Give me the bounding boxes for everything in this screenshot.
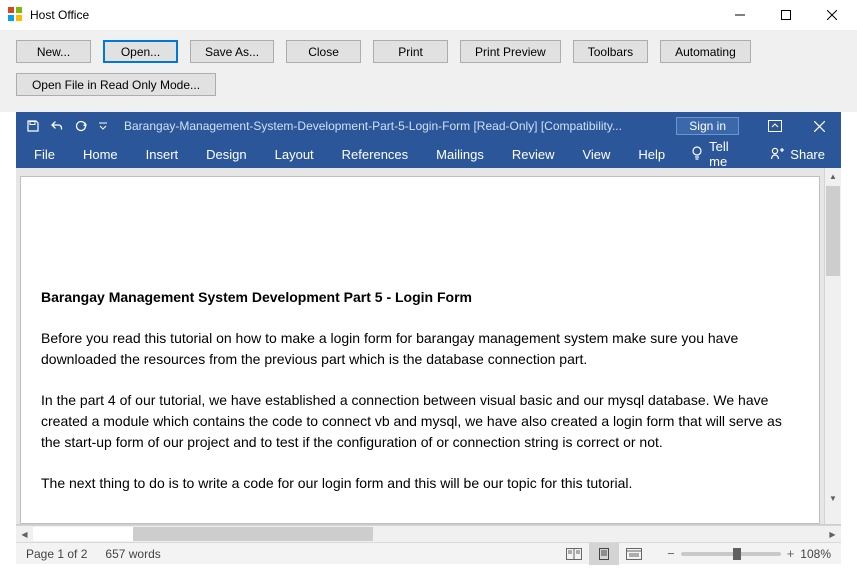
- status-bar: Page 1 of 2 657 words − + 108%: [16, 542, 841, 564]
- zoom-slider[interactable]: [681, 552, 781, 556]
- tab-mailings[interactable]: Mailings: [422, 140, 498, 168]
- ribbon-display-options-icon[interactable]: [753, 112, 797, 140]
- scroll-up-icon[interactable]: ▲: [825, 168, 841, 185]
- open-read-only-button[interactable]: Open File in Read Only Mode...: [16, 73, 216, 96]
- app-icon: [8, 7, 24, 23]
- tab-insert[interactable]: Insert: [132, 140, 193, 168]
- tell-me-label: Tell me: [709, 139, 742, 169]
- word-document-title: Barangay-Management-System-Development-P…: [118, 119, 676, 133]
- doc-paragraph: Before you read this tutorial on how to …: [41, 328, 799, 370]
- scroll-down-icon[interactable]: ▼: [825, 490, 841, 507]
- document-page: Barangay Management System Development P…: [20, 176, 820, 524]
- save-icon[interactable]: [26, 119, 40, 133]
- tab-design[interactable]: Design: [192, 140, 260, 168]
- print-button[interactable]: Print: [373, 40, 448, 63]
- scroll-right-icon[interactable]: ▶: [824, 526, 841, 543]
- minimize-button[interactable]: [717, 0, 763, 30]
- horizontal-scrollbar[interactable]: ◀ ▶: [16, 525, 841, 542]
- scroll-thumb[interactable]: [133, 527, 373, 541]
- share-icon: [770, 146, 784, 163]
- print-preview-button[interactable]: Print Preview: [460, 40, 561, 63]
- close-button[interactable]: [809, 0, 855, 30]
- maximize-button[interactable]: [763, 0, 809, 30]
- host-toolbar: New... Open... Save As... Close Print Pr…: [0, 30, 857, 112]
- word-count[interactable]: 657 words: [105, 547, 160, 561]
- tell-me[interactable]: Tell me: [679, 140, 754, 168]
- redo-icon[interactable]: [74, 119, 88, 133]
- tab-home[interactable]: Home: [69, 140, 132, 168]
- tab-file[interactable]: File: [16, 140, 69, 168]
- document-viewport[interactable]: Barangay Management System Development P…: [16, 168, 824, 524]
- tab-help[interactable]: Help: [624, 140, 679, 168]
- doc-paragraph: The next thing to do is to write a code …: [41, 473, 799, 494]
- share-button[interactable]: Share: [754, 140, 841, 168]
- embedded-word: Barangay-Management-System-Development-P…: [16, 112, 841, 564]
- zoom-level[interactable]: 108%: [800, 547, 831, 561]
- open-button[interactable]: Open...: [103, 40, 178, 63]
- read-mode-icon[interactable]: [559, 543, 589, 565]
- automating-button[interactable]: Automating: [660, 40, 751, 63]
- host-title: Host Office: [30, 8, 717, 22]
- undo-icon[interactable]: [50, 119, 64, 133]
- scroll-thumb[interactable]: [826, 186, 840, 276]
- share-label: Share: [790, 147, 825, 162]
- vertical-scrollbar[interactable]: ▲ ▼: [824, 168, 841, 524]
- new-button[interactable]: New...: [16, 40, 91, 63]
- ribbon-tabs: File Home Insert Design Layout Reference…: [16, 140, 841, 168]
- toolbars-button[interactable]: Toolbars: [573, 40, 648, 63]
- lightbulb-icon: [691, 146, 703, 163]
- word-close-button[interactable]: [797, 112, 841, 140]
- page-indicator[interactable]: Page 1 of 2: [26, 547, 87, 561]
- tab-references[interactable]: References: [328, 140, 422, 168]
- close-doc-button[interactable]: Close: [286, 40, 361, 63]
- host-titlebar: Host Office: [0, 0, 857, 30]
- scroll-left-icon[interactable]: ◀: [16, 526, 33, 543]
- zoom-control[interactable]: − + 108%: [667, 546, 831, 561]
- tab-view[interactable]: View: [568, 140, 624, 168]
- zoom-in-icon[interactable]: +: [787, 546, 795, 561]
- print-layout-icon[interactable]: [589, 543, 619, 565]
- doc-paragraph: In the part 4 of our tutorial, we have e…: [41, 390, 799, 453]
- word-titlebar: Barangay-Management-System-Development-P…: [16, 112, 841, 140]
- tab-review[interactable]: Review: [498, 140, 569, 168]
- sign-in-button[interactable]: Sign in: [676, 117, 739, 135]
- tab-layout[interactable]: Layout: [261, 140, 328, 168]
- web-layout-icon[interactable]: [619, 543, 649, 565]
- doc-heading: Barangay Management System Development P…: [41, 287, 799, 308]
- save-as-button[interactable]: Save As...: [190, 40, 274, 63]
- qat-menu-icon[interactable]: [98, 121, 108, 131]
- zoom-out-icon[interactable]: −: [667, 546, 675, 561]
